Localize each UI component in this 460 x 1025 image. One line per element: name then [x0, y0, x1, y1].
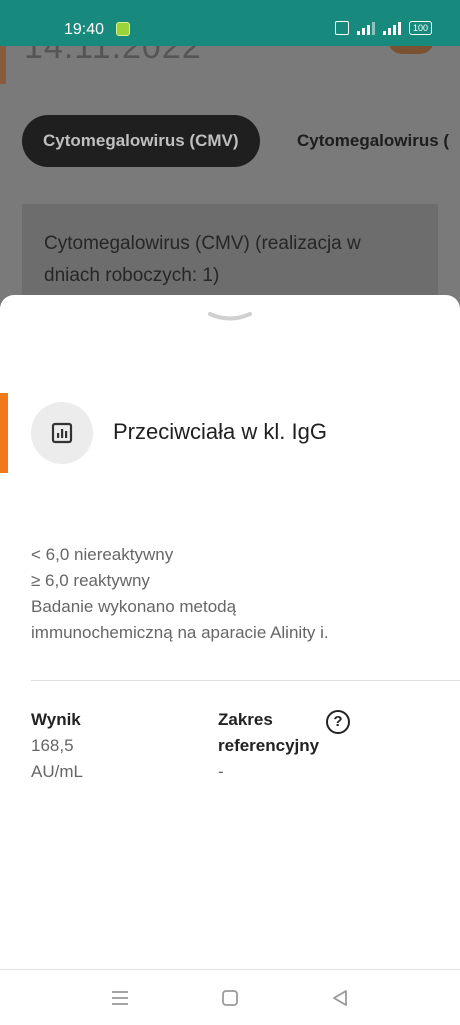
description-line: Badanie wykonano metodą — [31, 597, 237, 616]
reference-label-line1: Zakres — [218, 710, 273, 729]
status-icons: 100 — [334, 21, 432, 35]
result-unit: AU/mL — [31, 762, 83, 781]
vibrate-icon — [334, 21, 349, 35]
tab-cmv-2-label: Cytomegalowirus ( — [297, 131, 450, 150]
notification-app-icon — [116, 22, 130, 36]
result-label: Wynik — [31, 710, 81, 729]
accent-bar — [0, 393, 8, 473]
background-page: 14.11.2022 Cytomegalowirus (CMV) Cytomeg… — [0, 28, 460, 344]
result-value: 168,5 — [31, 736, 74, 755]
chart-icon — [51, 422, 73, 444]
tab-cmv-2[interactable]: Cytomegalowirus ( — [297, 115, 449, 167]
status-time: 19:40 — [64, 21, 105, 38]
reference-description: < 6,0 niereaktywny ≥ 6,0 reaktywny Badan… — [31, 542, 431, 646]
status-bar: 19:40 100 — [0, 0, 460, 46]
divider — [31, 680, 460, 681]
bottom-sheet: Przeciwciała w kl. IgG < 6,0 niereaktywn… — [0, 295, 460, 969]
sheet-handle-icon[interactable] — [208, 311, 252, 323]
description-line: ≥ 6,0 reaktywny — [31, 571, 150, 590]
reference-label-line2: referencyjny — [218, 736, 320, 755]
tab-cmv[interactable]: Cytomegalowirus (CMV) — [22, 115, 260, 167]
menu-icon[interactable] — [110, 988, 130, 1008]
sheet-title: Przeciwciała w kl. IgG — [113, 419, 327, 444]
home-icon[interactable] — [220, 988, 240, 1008]
background-card-text: Cytomegalowirus (CMV) (realizacja w dnia… — [44, 233, 361, 286]
signal-icon — [356, 21, 375, 35]
description-line: < 6,0 niereaktywny — [31, 545, 174, 564]
chart-icon-container — [31, 402, 93, 464]
battery-icon: 100 — [408, 21, 432, 35]
signal-icon-2 — [382, 21, 401, 35]
help-icon[interactable]: ? — [326, 710, 350, 734]
navigation-bar — [0, 969, 460, 1025]
description-line: immunochemiczną na aparacie Alinity i. — [31, 623, 329, 642]
background-accent-bar — [0, 46, 6, 84]
back-icon[interactable] — [330, 988, 350, 1008]
reference-value: - — [218, 762, 224, 781]
